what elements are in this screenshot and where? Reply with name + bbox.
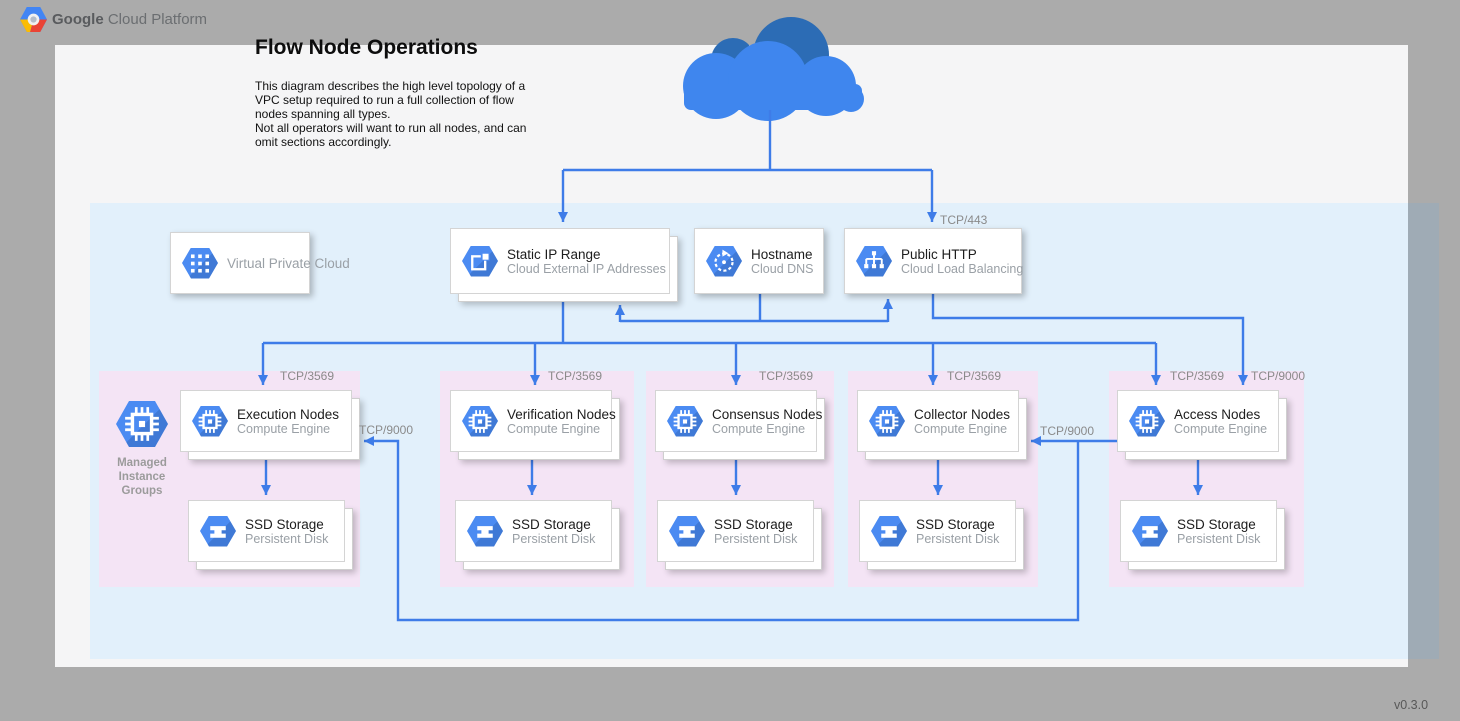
- card-subtitle: Cloud Load Balancing: [901, 262, 1023, 276]
- card-subtitle: Persistent Disk: [714, 532, 797, 546]
- label-tcp-3569-collector: TCP/3569: [947, 369, 1001, 383]
- card-title: Virtual Private Cloud: [227, 256, 350, 271]
- persistent-disk-icon: [1132, 516, 1168, 547]
- compute-engine-icon: [667, 406, 703, 437]
- card-static-ip-range: Static IP Range Cloud External IP Addres…: [450, 228, 670, 294]
- managed-instance-groups-label: Managed Instance Groups: [97, 456, 187, 498]
- page-description: This diagram describes the high level to…: [255, 79, 526, 149]
- card-subtitle: Persistent Disk: [245, 532, 328, 546]
- card-subtitle: Compute Engine: [507, 422, 616, 436]
- label-tcp-9000-collector: TCP/9000: [1040, 424, 1094, 438]
- dns-icon: [706, 246, 742, 277]
- card-title: SSD Storage: [1177, 517, 1260, 532]
- card-subtitle: Compute Engine: [1174, 422, 1267, 436]
- card-title: Execution Nodes: [237, 407, 339, 422]
- card-execution-nodes: Execution Nodes Compute Engine: [180, 390, 352, 452]
- label-tcp-3569-execution: TCP/3569: [280, 369, 334, 383]
- compute-engine-icon: [462, 406, 498, 437]
- label-tcp-3569-access: TCP/3569: [1170, 369, 1224, 383]
- brand-google: Google: [52, 11, 104, 28]
- card-title: Public HTTP: [901, 247, 1023, 262]
- card-title: SSD Storage: [714, 517, 797, 532]
- card-ssd-storage-collector: SSD Storage Persistent Disk: [859, 500, 1016, 562]
- compute-engine-icon: [869, 406, 905, 437]
- label-tcp-443: TCP/443: [940, 213, 987, 227]
- card-title: Static IP Range: [507, 247, 666, 262]
- card-title: SSD Storage: [916, 517, 999, 532]
- card-ssd-storage-access: SSD Storage Persistent Disk: [1120, 500, 1277, 562]
- card-subtitle: Compute Engine: [237, 422, 339, 436]
- page-title: Flow Node Operations: [255, 36, 478, 60]
- card-title: SSD Storage: [245, 517, 328, 532]
- gcp-logo-icon: [20, 7, 47, 32]
- vpc-icon: [182, 248, 218, 279]
- card-subtitle: Persistent Disk: [512, 532, 595, 546]
- card-title: SSD Storage: [512, 517, 595, 532]
- card-subtitle: Compute Engine: [712, 422, 822, 436]
- card-ssd-storage-verification: SSD Storage Persistent Disk: [455, 500, 612, 562]
- label-tcp-3569-consensus: TCP/3569: [759, 369, 813, 383]
- persistent-disk-icon: [200, 516, 236, 547]
- card-consensus-nodes: Consensus Nodes Compute Engine: [655, 390, 817, 452]
- load-balancing-icon: [856, 246, 892, 277]
- compute-engine-icon: [1129, 406, 1165, 437]
- card-verification-nodes: Verification Nodes Compute Engine: [450, 390, 612, 452]
- card-title: Access Nodes: [1174, 407, 1267, 422]
- card-subtitle: Cloud DNS: [751, 262, 814, 276]
- persistent-disk-icon: [467, 516, 503, 547]
- card-title: Collector Nodes: [914, 407, 1010, 422]
- card-title: Hostname: [751, 247, 814, 262]
- card-subtitle: Compute Engine: [914, 422, 1010, 436]
- brand-text: Google Cloud Platform: [52, 11, 207, 28]
- card-collector-nodes: Collector Nodes Compute Engine: [857, 390, 1019, 452]
- card-public-http: Public HTTP Cloud Load Balancing: [844, 228, 1022, 294]
- card-subtitle: Persistent Disk: [1177, 532, 1260, 546]
- card-title: Verification Nodes: [507, 407, 616, 422]
- card-virtual-private-cloud: Virtual Private Cloud: [170, 232, 310, 294]
- label-tcp-9000-access: TCP/9000: [1251, 369, 1305, 383]
- vpc-zone-overhang: [1408, 203, 1439, 659]
- card-subtitle: Cloud External IP Addresses: [507, 262, 666, 276]
- version-label: v0.3.0: [1394, 698, 1428, 712]
- compute-engine-icon: [192, 406, 228, 437]
- card-hostname: Hostname Cloud DNS: [694, 228, 824, 294]
- page: { "header": { "brand_bold": "Google", "b…: [0, 0, 1460, 721]
- persistent-disk-icon: [871, 516, 907, 547]
- card-subtitle: Persistent Disk: [916, 532, 999, 546]
- card-access-nodes: Access Nodes Compute Engine: [1117, 390, 1279, 452]
- persistent-disk-icon: [669, 516, 705, 547]
- card-ssd-storage-execution: SSD Storage Persistent Disk: [188, 500, 345, 562]
- label-tcp-9000-execution: TCP/9000: [359, 423, 413, 437]
- brand-cloud-platform: Cloud Platform: [104, 11, 207, 28]
- label-tcp-3569-verification: TCP/3569: [548, 369, 602, 383]
- card-title: Consensus Nodes: [712, 407, 822, 422]
- external-ip-icon: [462, 246, 498, 277]
- card-ssd-storage-consensus: SSD Storage Persistent Disk: [657, 500, 814, 562]
